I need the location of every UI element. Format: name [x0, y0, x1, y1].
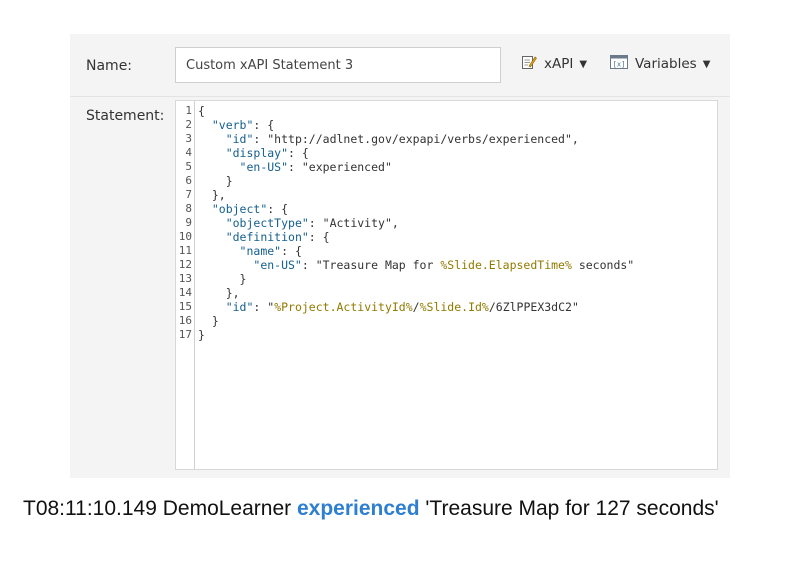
json-text-token: seconds": [571, 258, 635, 272]
json-text-token: : {: [288, 146, 309, 160]
line-number: 14: [178, 286, 192, 299]
json-text-token: : {: [253, 118, 275, 132]
statement-log-entry: T08:11:10.149 DemoLearner experienced 'T…: [23, 497, 719, 521]
variable-token: %Project.ActivityId%: [274, 300, 413, 314]
json-key-token: "display": [225, 146, 289, 160]
json-key-token: "definition": [225, 230, 309, 244]
json-text-token: : {: [281, 244, 302, 258]
json-text-token: /: [412, 300, 420, 314]
code-text: "id": "%Project.ActivityId%/%Slide.Id%/6…: [198, 300, 579, 314]
json-text-token: }: [198, 272, 247, 286]
line-number: 1: [185, 104, 192, 117]
json-text-token: : ": [253, 300, 275, 314]
variable-token: %Slide.Id%: [419, 300, 489, 314]
json-text-token: [198, 202, 212, 216]
json-text-token: [198, 146, 226, 160]
json-text-token: : "Activity",: [308, 216, 399, 230]
form-divider: [70, 96, 730, 97]
code-text: {: [198, 104, 205, 118]
line-number: 7: [185, 188, 192, 201]
json-key-token: "name": [239, 244, 282, 258]
log-object: 'Treasure Map for 127 seconds': [425, 497, 719, 520]
line-number: 17: [178, 328, 192, 341]
code-text: }: [198, 314, 219, 328]
log-verb: experienced: [296, 497, 420, 520]
json-text-token: : "experienced": [288, 160, 392, 174]
line-number: 13: [178, 272, 192, 285]
json-text-token: [198, 258, 253, 272]
json-key-token: "object": [211, 202, 268, 216]
xapi-menu-label: xAPI: [544, 56, 574, 72]
line-number: 5: [185, 160, 192, 173]
json-text-token: : "http://adlnet.gov/expapi/verbs/experi…: [253, 132, 579, 146]
json-text-token: /6ZlPPEX3dC2": [488, 300, 579, 314]
json-text-token: : "Treasure Map for: [301, 258, 441, 272]
code-text: "en-US": "Treasure Map for %Slide.Elapse…: [198, 258, 634, 272]
json-key-token: "en-US": [239, 160, 289, 174]
json-text-token: [198, 244, 240, 258]
json-text-token: : {: [308, 230, 330, 244]
line-number: 4: [185, 146, 192, 159]
json-text-token: [198, 230, 226, 244]
code-text: "id": "http://adlnet.gov/expapi/verbs/ex…: [198, 132, 579, 146]
json-text-token: [198, 132, 226, 146]
json-text-token: {: [198, 104, 205, 118]
line-number: 9: [185, 216, 192, 229]
code-text: "display": {: [198, 146, 309, 160]
chevron-down-icon: ▼: [579, 58, 588, 70]
line-number: 11: [178, 244, 192, 257]
json-key-token: "en-US": [253, 258, 302, 272]
code-text: },: [198, 286, 240, 300]
json-text-token: [198, 216, 226, 230]
code-text: "name": {: [198, 244, 302, 258]
code-text: "verb": {: [198, 118, 274, 132]
edit-document-icon: [521, 54, 537, 74]
code-text: "object": {: [198, 202, 288, 216]
code-text: }: [198, 174, 233, 188]
json-text-token: },: [198, 188, 226, 202]
code-text: }: [198, 272, 247, 286]
line-number: 6: [185, 174, 192, 187]
code-text: },: [198, 188, 226, 202]
svg-text:[x]: [x]: [613, 61, 626, 69]
log-actor: DemoLearner: [162, 497, 292, 520]
json-text-token: : {: [267, 202, 289, 216]
json-text-token: [198, 118, 212, 132]
line-number: 10: [178, 230, 192, 243]
line-number: 3: [185, 132, 192, 145]
json-text-token: }: [198, 314, 219, 328]
json-key-token: "id": [225, 300, 254, 314]
statement-label: Statement:: [86, 108, 165, 124]
variable-box-icon: [x]: [610, 54, 628, 74]
json-text-token: [198, 300, 226, 314]
json-text-token: }: [198, 174, 233, 188]
json-key-token: "verb": [211, 118, 254, 132]
line-number: 15: [178, 300, 192, 313]
variables-menu-button[interactable]: [x] Variables ▼: [610, 52, 710, 76]
code-text: "objectType": "Activity",: [198, 216, 399, 230]
json-text-token: },: [198, 286, 240, 300]
code-text: "en-US": "experienced": [198, 160, 392, 174]
xapi-menu-button[interactable]: xAPI ▼: [521, 52, 587, 76]
json-key-token: "id": [225, 132, 254, 146]
json-key-token: "objectType": [225, 216, 309, 230]
statement-form-panel: Name: xAPI ▼ [x] Variables ▼ Statement:: [70, 34, 730, 478]
code-text: }: [198, 328, 205, 342]
line-number: 16: [178, 314, 192, 327]
line-number: 12: [178, 258, 192, 271]
line-number: 2: [185, 118, 192, 131]
line-number: 8: [185, 202, 192, 215]
variables-menu-label: Variables: [635, 56, 697, 72]
statement-code-editor[interactable]: 1{2 "verb": {3 "id": "http://adlnet.gov/…: [175, 100, 718, 470]
json-text-token: }: [198, 328, 205, 342]
json-text-token: [198, 160, 240, 174]
name-label: Name:: [86, 58, 133, 74]
log-timestamp: T08:11:10.149: [23, 497, 157, 520]
chevron-down-icon: ▼: [702, 58, 711, 70]
variable-token: %Slide.ElapsedTime%: [440, 258, 572, 272]
code-text: "definition": {: [198, 230, 330, 244]
name-input[interactable]: [175, 47, 501, 83]
